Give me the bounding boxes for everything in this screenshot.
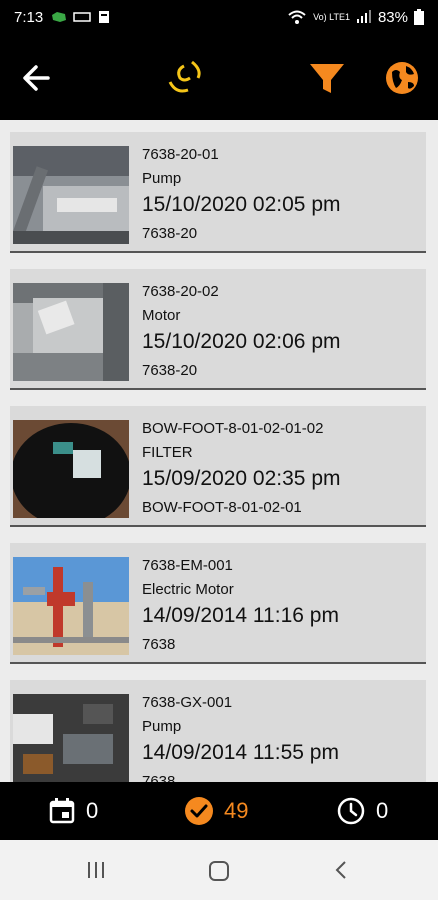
wifi-icon — [288, 10, 306, 24]
asset-code: BOW-FOOT-8-01-02-01-02 — [142, 420, 324, 437]
asset-parent: 7638 — [142, 636, 176, 653]
asset-date: 14/09/2014 11:55 pm — [142, 741, 339, 764]
asset-type: FILTER — [142, 444, 193, 461]
list-item[interactable]: 7638-20-02 Motor 15/10/2020 02:06 pm 763… — [10, 269, 426, 390]
logo-swirl-icon — [168, 60, 201, 93]
asset-thumbnail — [13, 283, 129, 381]
screen: { "status_bar": { "time": "7:13", "netwo… — [0, 0, 438, 900]
asset-type: Pump — [142, 170, 182, 187]
calendar-icon — [49, 798, 75, 824]
asset-thumbnail — [13, 420, 129, 518]
status-time: 7:13 — [14, 8, 44, 26]
asset-parent: 7638 — [142, 773, 176, 782]
check-circle-icon — [185, 797, 213, 825]
completed-count: 49 — [224, 798, 249, 823]
tab-scheduled[interactable]: 0 — [48, 782, 98, 840]
globe-button[interactable] — [382, 58, 422, 98]
status-bar: 7:13 Vo) LTE1 83% — [0, 0, 438, 34]
scheduled-count: 0 — [86, 798, 99, 823]
filter-button[interactable] — [307, 58, 347, 98]
map-icon — [52, 12, 67, 22]
system-nav-bar — [0, 840, 438, 900]
asset-date: 14/09/2014 11:16 pm — [142, 604, 339, 627]
arrow-left-icon — [23, 65, 50, 91]
asset-code: 7638-20-01 — [142, 146, 219, 163]
asset-parent: 7638-20 — [142, 362, 198, 379]
asset-type: Electric Motor — [142, 581, 234, 598]
status-right: Vo) LTE1 83% — [287, 9, 424, 26]
recent-apps-icon[interactable] — [86, 860, 106, 880]
filter-icon — [310, 64, 344, 93]
list-item[interactable]: 7638-EM-001 Electric Motor 14/09/2014 11… — [10, 543, 426, 664]
asset-date: 15/10/2020 02:05 pm — [142, 193, 341, 216]
asset-date: 15/09/2020 02:35 pm — [142, 467, 341, 490]
globe-icon — [386, 62, 418, 94]
asset-parent: BOW-FOOT-8-01-02-01 — [142, 499, 302, 516]
asset-thumbnail — [13, 694, 129, 782]
clock-icon — [337, 797, 365, 825]
asset-list: 7638-20-01 Pump 15/10/2020 02:05 pm 7638… — [0, 120, 438, 782]
battery-percent: 83% — [377, 8, 408, 26]
bottom-tab-bar: 0 49 0 — [0, 782, 438, 840]
asset-thumbnail — [13, 146, 129, 244]
tab-pending[interactable]: 0 — [336, 782, 388, 840]
asset-date: 15/10/2020 02:06 pm — [142, 330, 341, 353]
pending-count: 0 — [376, 798, 389, 823]
asset-thumbnail — [13, 557, 129, 655]
app-logo — [162, 54, 206, 98]
asset-code: 7638-20-02 — [142, 283, 219, 300]
network-label: Vo) LTE1 — [313, 11, 350, 22]
notification-icon — [73, 12, 91, 22]
clipboard-icon — [99, 11, 110, 23]
list-item[interactable]: BOW-FOOT-8-01-02-01-02 FILTER 15/09/2020… — [10, 406, 426, 527]
app-bar — [0, 34, 438, 120]
asset-type: Pump — [142, 718, 182, 735]
signal-icon — [356, 10, 371, 23]
list-item[interactable]: 7638-GX-001 Pump 14/09/2014 11:55 pm 763… — [10, 680, 426, 782]
back-button[interactable] — [18, 58, 58, 98]
tab-completed[interactable]: 49 — [184, 782, 248, 840]
battery-icon — [414, 9, 424, 25]
asset-type: Motor — [142, 307, 181, 324]
asset-code: 7638-GX-001 — [142, 694, 233, 711]
asset-code: 7638-EM-001 — [142, 557, 233, 574]
system-back-icon[interactable] — [332, 860, 352, 880]
asset-parent: 7638-20 — [142, 225, 198, 242]
home-icon[interactable] — [208, 860, 230, 882]
list-item[interactable]: 7638-20-01 Pump 15/10/2020 02:05 pm 7638… — [10, 132, 426, 253]
notification-icons — [51, 10, 111, 24]
